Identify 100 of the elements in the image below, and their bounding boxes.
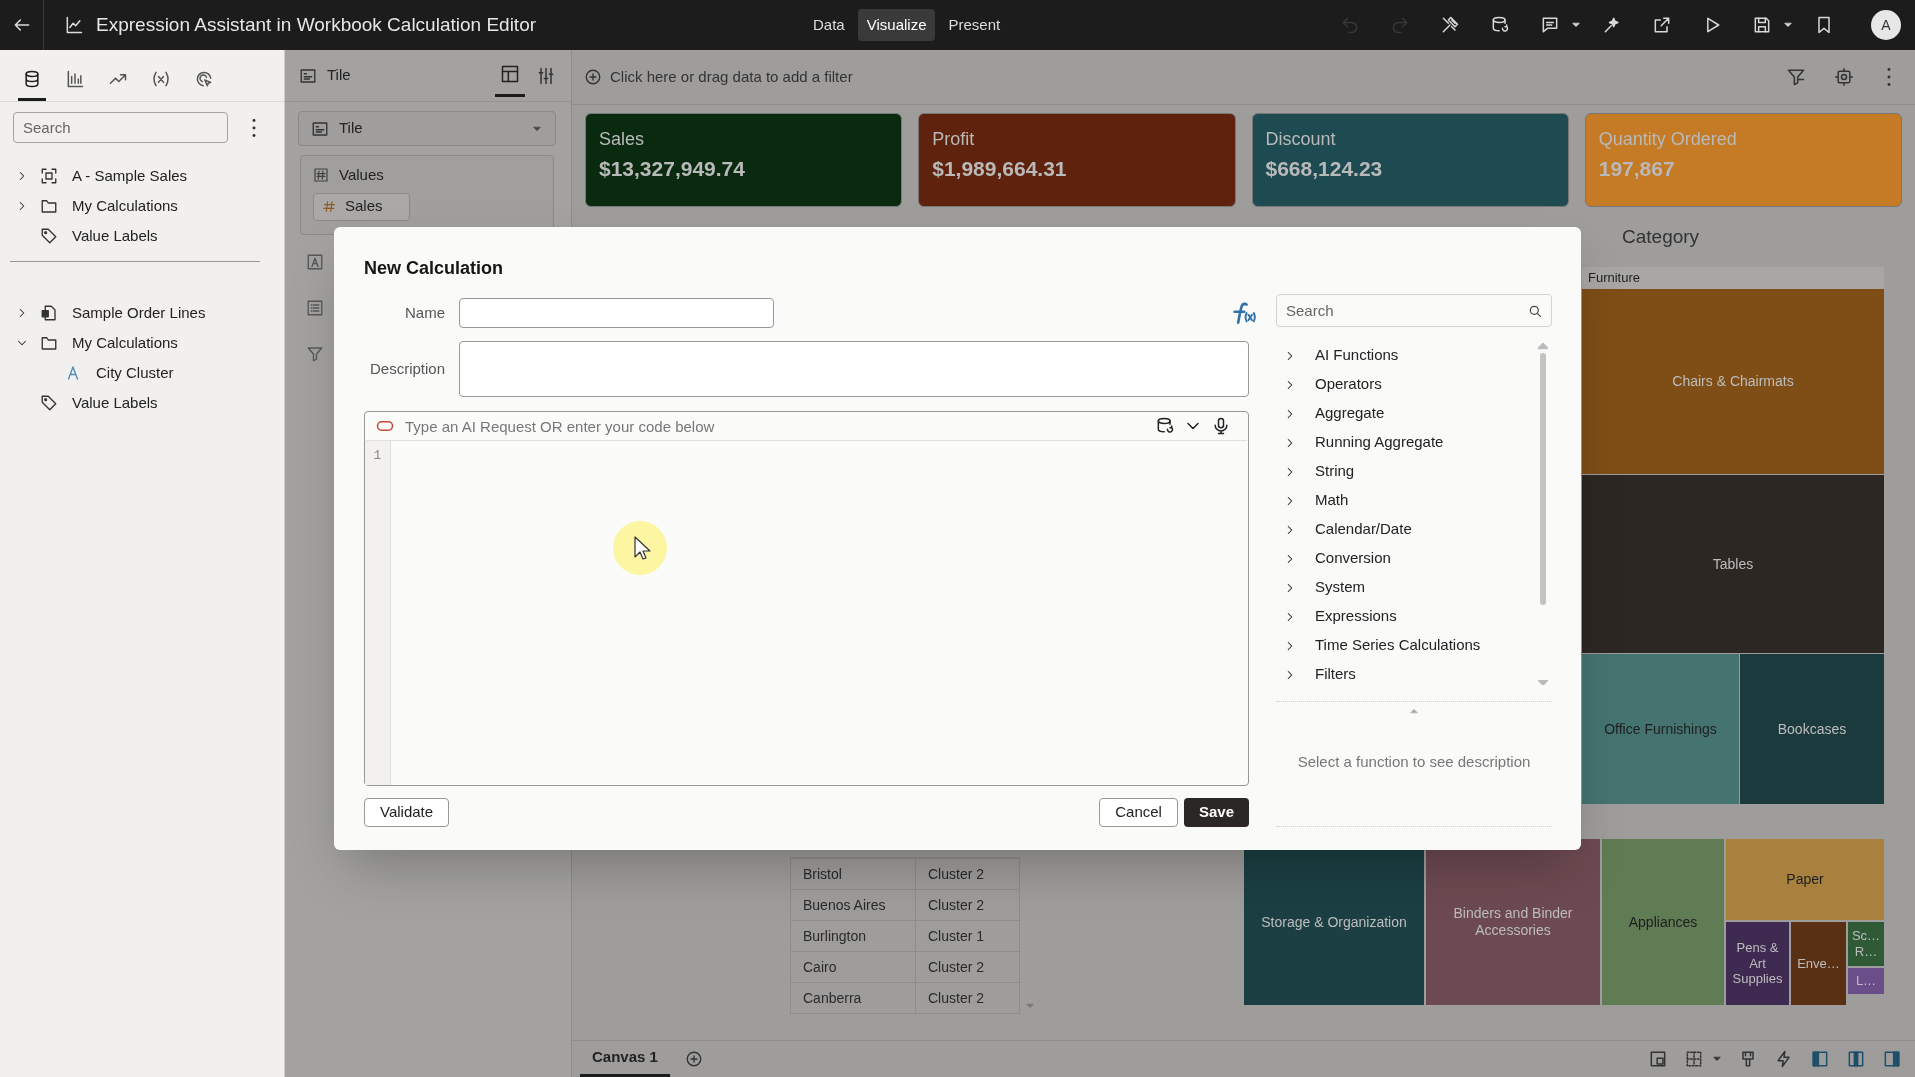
zoom-fit-icon [1648,1049,1668,1069]
treemap-cell: Paper [1726,839,1884,920]
treemap-cell: Enve… [1791,922,1846,1005]
ai-request-field[interactable]: Type an AI Request OR enter your code below [405,413,1151,439]
more-icon [1887,68,1891,86]
mode-tab[interactable]: Visualize [857,8,936,42]
tree-item[interactable]: Sample Order Lines [72,301,206,325]
add-icon [684,1050,703,1068]
redo-icon [1390,15,1410,35]
filter-drop-zone[interactable]: Click here or drag data to add a filter [610,65,853,89]
function-category[interactable]: Calendar/Date [1315,518,1412,541]
export-icon [1652,15,1672,35]
function-category[interactable]: Running Aggregate [1315,431,1444,454]
microphone-icon [1211,416,1231,436]
tile-value: $668,124.23 [1265,156,1383,182]
tree-item[interactable]: City Cluster [96,361,174,385]
save-button[interactable]: Save [1183,798,1249,827]
treemap-cell: Sc… R… [1848,922,1884,966]
database-refresh-icon [1155,416,1175,436]
mode-tab[interactable]: Data [804,8,854,42]
tile-label: Profit [932,128,975,151]
hash-icon [313,167,329,184]
tile-value: $1,989,664.31 [932,156,1067,182]
tile-label: Discount [1265,128,1336,151]
treemap-cell: Bookcases [1740,654,1884,804]
dataset-file-icon [40,304,58,322]
tree-item[interactable]: Value Labels [72,224,158,248]
function-category[interactable]: Conversion [1315,547,1391,570]
table-cell-text: Cluster 2 [927,988,986,1008]
table-cell: Buenos Aires [791,890,916,920]
tile-label: Sales [599,128,645,151]
chart-title: Category [1622,225,1700,250]
subject-area-icon [40,167,58,185]
function-category[interactable]: Operators [1315,373,1382,396]
right-panel-icon [1882,1049,1902,1069]
tree-item[interactable]: My Calculations [72,194,178,218]
function-category[interactable]: Filters [1315,663,1356,686]
more-icon [252,118,256,137]
treemap-cell: Chairs & Chairmats [1582,289,1884,474]
mode-tab[interactable]: Present [939,8,1010,42]
layout-icon [500,64,520,84]
workbook-title: Expression Assistant in Workbook Calculation Editor [96,12,537,37]
group-header: Furniture [1582,267,1884,289]
treemap-cell: Office Furnishings [1582,654,1739,804]
function-search-field[interactable]: Search [1276,294,1552,327]
avatar[interactable]: A [1871,10,1901,40]
table-cell: Burlington [791,921,916,951]
add-icon [584,68,602,86]
cursor-highlight-icon [613,521,667,575]
panel-title: Tile [327,65,351,86]
description-field[interactable] [459,341,1249,397]
function-category[interactable]: Aggregate [1315,402,1385,425]
name-field[interactable] [459,298,774,328]
filter-icon [306,345,324,363]
viz-type-dropdown[interactable]: Tile [298,111,556,146]
cancel-button[interactable]: Cancel [1099,798,1178,827]
function-category[interactable]: Time Series Calculations [1315,634,1481,657]
search-icon [1527,303,1543,319]
search-field[interactable]: Search [13,112,228,143]
settings-icon [1834,67,1854,87]
field-label: Name [404,302,446,323]
tools-icon [1440,15,1460,35]
table-cell-text: Cluster 2 [927,895,986,915]
treemap-cell: Binders and Binder Accessories [1426,839,1600,1005]
folder-icon [40,197,58,215]
treemap-cell: L… [1848,968,1884,994]
settings-button[interactable] [1833,66,1855,88]
validate-button[interactable]: Validate [364,798,450,827]
dialog-title: New Calculation [364,257,505,280]
tile-icon [311,119,329,138]
undo-icon [1340,15,1360,35]
tile-value: 197,867 [1598,156,1675,182]
folder-icon [40,334,58,352]
function-category[interactable]: String [1315,460,1355,483]
function-category[interactable]: AI Functions [1315,344,1399,367]
section-label: Values [339,165,384,185]
tree-item[interactable]: My Calculations [72,331,178,355]
canvas-tab[interactable]: Canvas 1 [580,1041,670,1077]
database-icon [22,68,42,89]
table-cell: Bristol [791,859,916,889]
database-refresh-icon [1490,15,1510,35]
treemap-cell: Pens & Art Supplies [1726,922,1789,1005]
table-cell: Cairo [791,952,916,982]
table-cell-text: Cluster 1 [927,926,986,946]
tag-icon [40,227,58,245]
comment-icon [1540,15,1560,35]
sparkle-icon [1602,15,1622,35]
function-category[interactable]: System [1315,576,1365,599]
tile-value: $13,327,949.74 [599,156,745,182]
function-category[interactable]: Expressions [1315,605,1397,628]
function-category[interactable]: Math [1315,489,1349,512]
list-icon [306,299,324,317]
table-cell: Canberra [791,983,916,1013]
filter-icon [1786,67,1806,87]
bar-chart-icon [65,68,85,89]
tree-item[interactable]: Value Labels [72,391,158,415]
grid-icon [1684,1049,1704,1069]
tree-item[interactable]: A - Sample Sales [72,164,188,188]
column-pill[interactable]: Sales [313,192,410,221]
tile-icon [299,66,317,85]
